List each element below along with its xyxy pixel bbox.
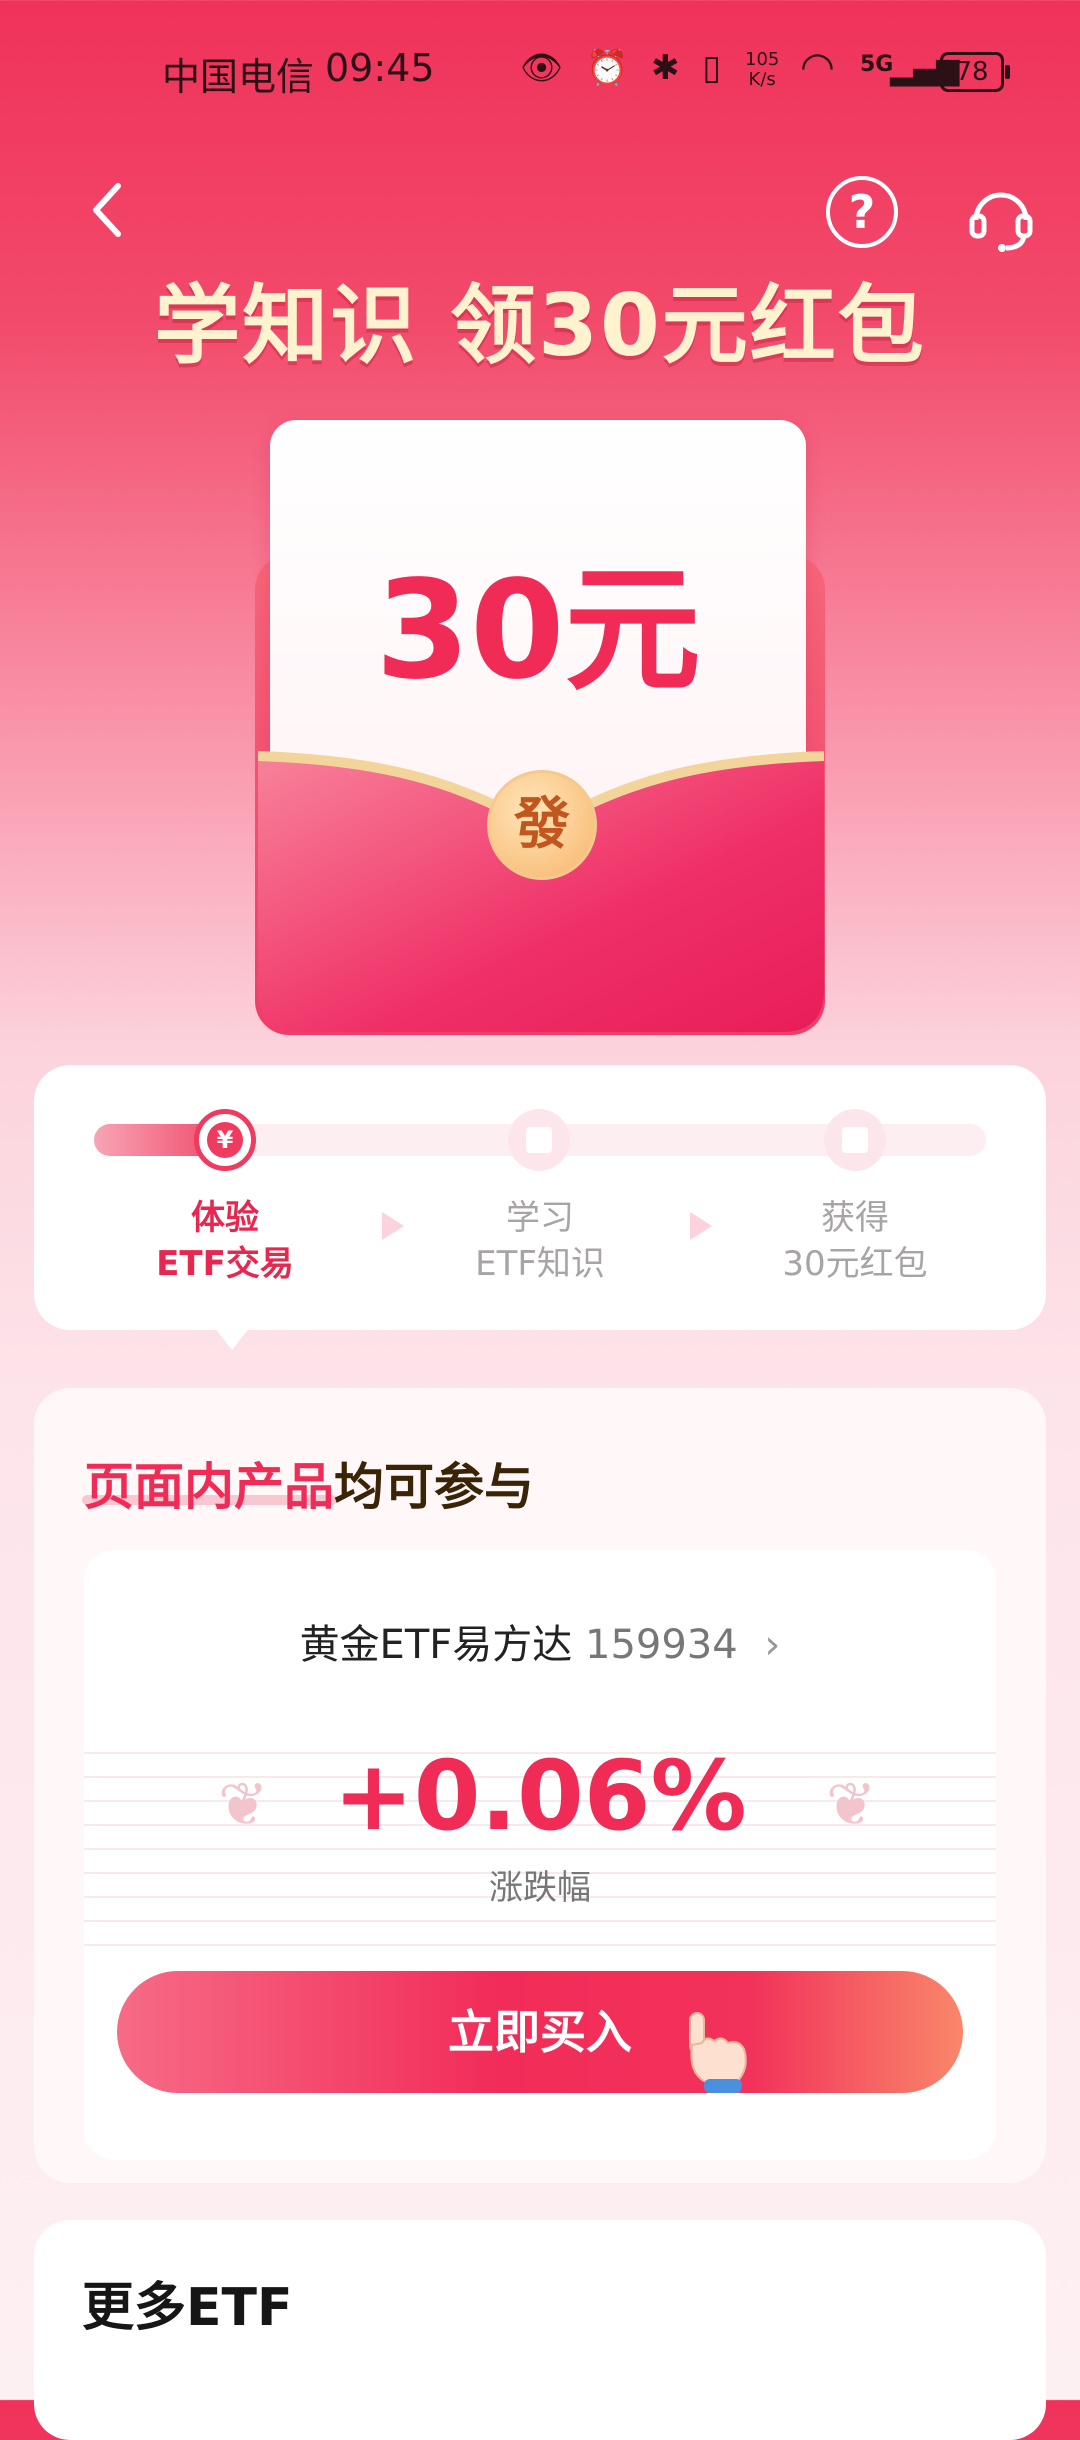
step-learn: 学习 ETF知识: [410, 1195, 670, 1287]
more-etf-title: 更多ETF: [82, 2278, 293, 2338]
price-change: +0.06%: [333, 1740, 747, 1852]
fund-name: 黄金ETF易方达: [299, 1622, 573, 1668]
fund-code: 159934: [585, 1622, 738, 1668]
wifi-icon: ◠: [800, 44, 835, 90]
book-icon: [526, 1127, 552, 1153]
step-arrow-icon: [690, 1212, 712, 1240]
customer-service-button[interactable]: [966, 182, 1036, 252]
network-type: 5G: [860, 52, 894, 77]
step-node-learn: [508, 1109, 570, 1171]
page-title: 学知识 领30元红包: [154, 276, 926, 376]
step-node-trade: ¥: [194, 1109, 256, 1171]
step-node-reward: [824, 1109, 886, 1171]
network-speed: 105 K/s: [745, 50, 779, 90]
step-reward: 获得 30元红包: [725, 1195, 985, 1287]
pointing-hand-icon: [689, 2012, 747, 2093]
reward-amount: 30元: [375, 552, 701, 710]
yuan-icon: ¥: [207, 1122, 243, 1158]
battery-indicator: 78: [940, 52, 1010, 92]
fund-link[interactable]: 黄金ETF易方达 159934 ›: [84, 1612, 996, 1670]
carrier-label: 中国电信: [162, 55, 315, 99]
envelope-icon: [842, 1127, 868, 1153]
step-label: 体验: [191, 1198, 259, 1238]
headset-icon: [969, 192, 1033, 252]
question-icon: ?: [848, 185, 876, 239]
fortune-seal: 發: [487, 770, 597, 880]
title-highlight: 页面内产品: [84, 1458, 334, 1516]
chevron-left-icon: [93, 183, 121, 237]
speed-value: 105: [745, 49, 780, 70]
speed-unit: K/s: [748, 69, 776, 90]
step-label: ETF交易: [156, 1244, 294, 1284]
step-label: 获得: [821, 1198, 889, 1238]
status-icons: 👁 ⏰ ✱ ▯: [520, 48, 728, 88]
buy-now-button[interactable]: 立即买入: [117, 1971, 963, 2093]
step-trade: 体验 ETF交易: [95, 1195, 355, 1287]
help-button[interactable]: ?: [826, 176, 898, 248]
back-button[interactable]: [84, 180, 134, 240]
step-label: ETF知识: [475, 1244, 605, 1284]
price-change-label: 涨跌幅: [489, 1868, 591, 1908]
title-rest: 均可参与: [334, 1458, 534, 1516]
step-label: 学习: [506, 1198, 574, 1238]
status-bar: 中国电信 09:45 👁 ⏰ ✱ ▯ 105 K/s ◠ 5G ▂▄▆ 78: [0, 0, 1080, 140]
status-time: 09:45: [325, 46, 435, 90]
step-arrow-icon: [382, 1212, 404, 1240]
step-label: 30元红包: [782, 1244, 928, 1284]
chevron-right-icon: ›: [764, 1622, 781, 1668]
progress-pointer: [210, 1322, 254, 1350]
section-title: 页面内产品均可参与: [84, 1447, 534, 1519]
